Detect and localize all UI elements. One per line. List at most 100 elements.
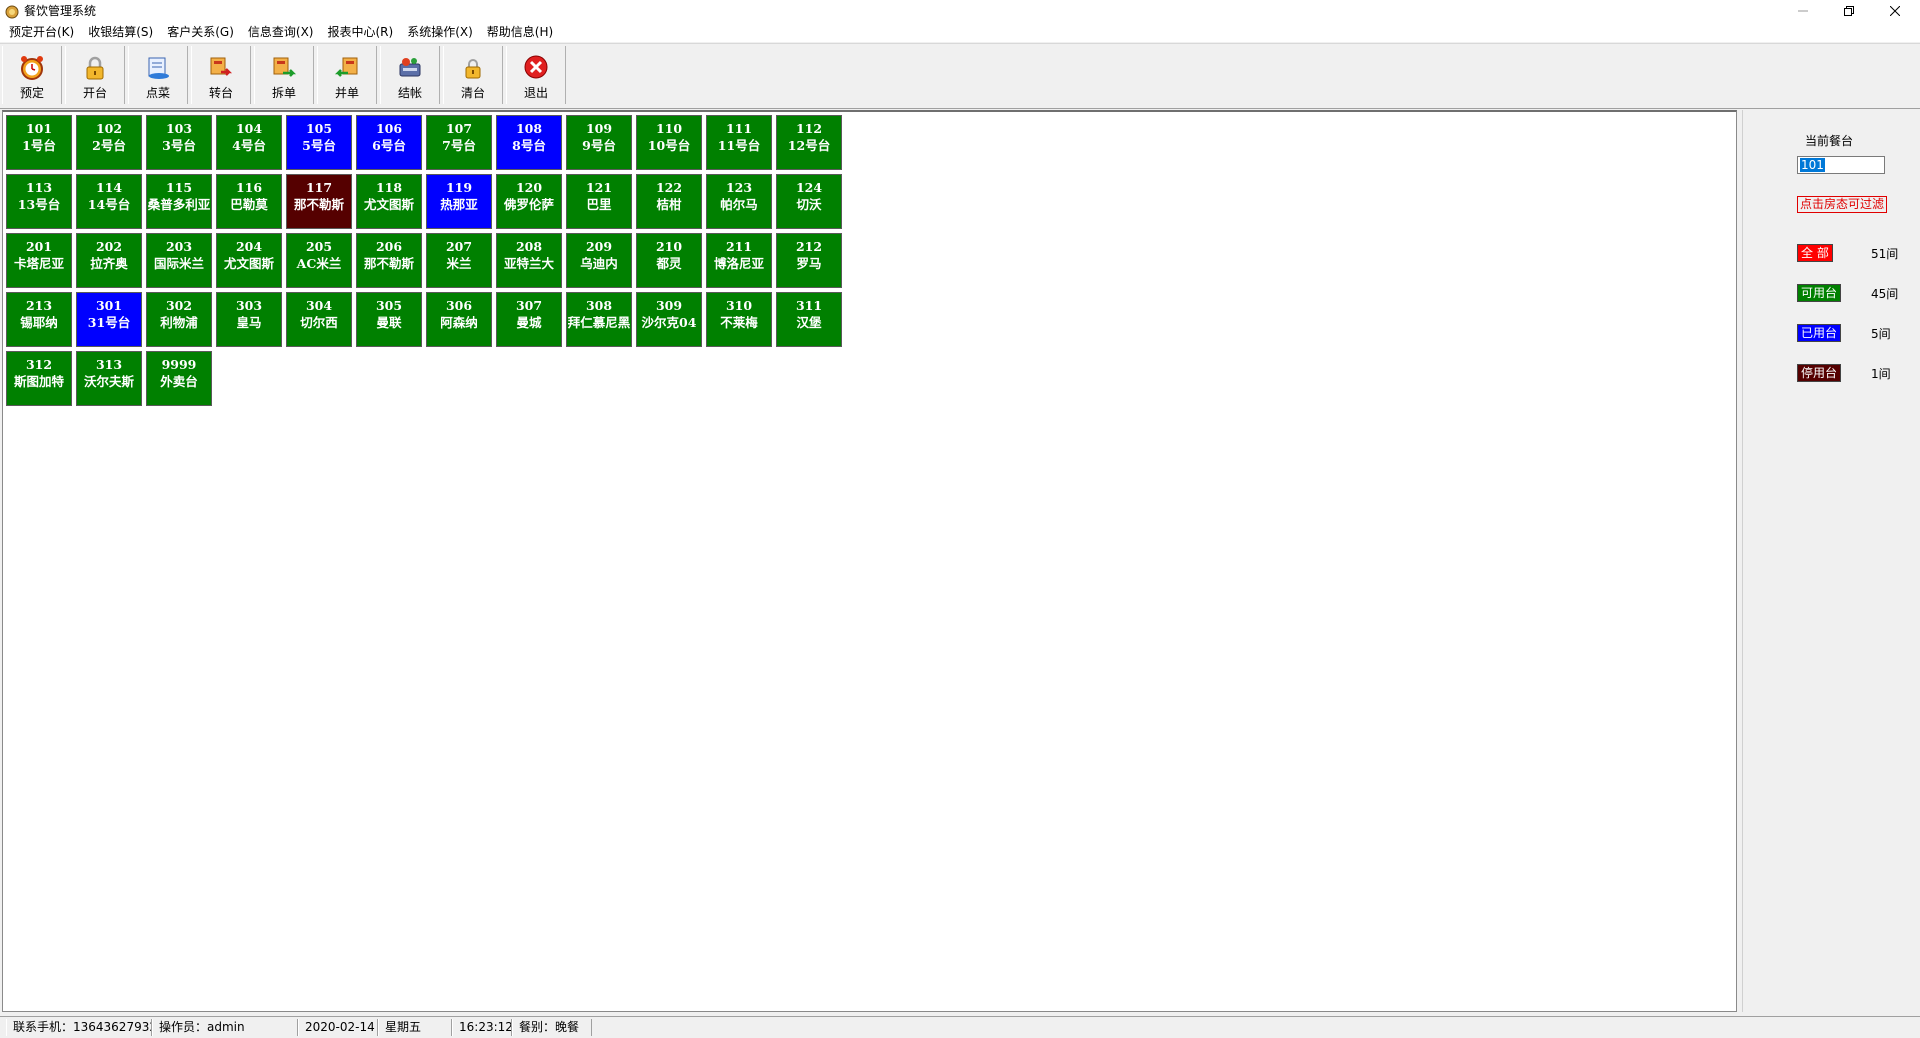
table-tile[interactable]: 122 桔柑 <box>636 174 702 229</box>
table-tile[interactable]: 204 尤文图斯 <box>216 233 282 288</box>
menu-help[interactable]: 帮助信息(H) <box>480 22 560 42</box>
legend-stopped-tag[interactable]: 停用台 <box>1797 364 1842 382</box>
table-name: 尤文图斯 <box>363 197 414 212</box>
open-table-button[interactable]: 开台 <box>65 46 125 104</box>
table-name: 阿森纳 <box>440 315 478 330</box>
table-tile[interactable]: 305 曼联 <box>356 292 422 347</box>
table-tile[interactable]: 102 2号台 <box>76 115 142 170</box>
legend-available-count: 45间 <box>1871 287 1899 301</box>
table-tile[interactable]: 112 12号台 <box>776 115 842 170</box>
table-name: 9号台 <box>582 138 616 153</box>
table-tile[interactable]: 117 那不勒斯 <box>286 174 352 229</box>
table-tile[interactable]: 309 沙尔克04 <box>636 292 702 347</box>
table-name: 那不勒斯 <box>293 197 344 212</box>
table-tile[interactable]: 206 那不勒斯 <box>356 233 422 288</box>
menu-reserve[interactable]: 预定开台(K) <box>2 22 81 42</box>
table-tile[interactable]: 313 沃尔夫斯 <box>76 351 142 406</box>
table-tile[interactable]: 310 不莱梅 <box>706 292 772 347</box>
table-tile[interactable]: 201 卡塔尼亚 <box>6 233 72 288</box>
merge-icon <box>334 57 358 77</box>
table-tile[interactable]: 121 巴里 <box>566 174 632 229</box>
legend-all[interactable]: 全 部 51间 <box>1797 244 1898 262</box>
table-name: 7号台 <box>442 138 476 153</box>
table-tile[interactable]: 110 10号台 <box>636 115 702 170</box>
table-tile[interactable]: 312 斯图加特 <box>6 351 72 406</box>
table-tile[interactable]: 304 切尔西 <box>286 292 352 347</box>
table-tile[interactable]: 202 拉齐奥 <box>76 233 142 288</box>
table-tile[interactable]: 123 帕尔马 <box>706 174 772 229</box>
reserve-label: 预定 <box>19 86 44 100</box>
table-tile[interactable]: 116 巴勒莫 <box>216 174 282 229</box>
table-tile[interactable]: 111 11号台 <box>706 115 772 170</box>
legend-all-tag[interactable]: 全 部 <box>1797 244 1833 262</box>
table-number: 114 <box>95 180 123 195</box>
table-tile[interactable]: 124 切沃 <box>776 174 842 229</box>
menu-cashier[interactable]: 收银结算(S) <box>81 22 160 42</box>
legend-available[interactable]: 可用台 45间 <box>1797 284 1898 302</box>
table-name: 那不勒斯 <box>363 256 414 271</box>
checkout-label: 结帐 <box>397 86 422 100</box>
exit-icon <box>524 55 548 79</box>
checkout-button[interactable]: 结帐 <box>380 46 440 104</box>
table-tile[interactable]: 103 3号台 <box>146 115 212 170</box>
table-tile[interactable]: 203 国际米兰 <box>146 233 212 288</box>
table-tile[interactable]: 213 锡耶纳 <box>6 292 72 347</box>
table-name: 热那亚 <box>440 197 478 212</box>
table-tile[interactable]: 108 8号台 <box>496 115 562 170</box>
table-tile[interactable]: 208 亚特兰大 <box>496 233 562 288</box>
menu-reports[interactable]: 报表中心(R) <box>320 22 400 42</box>
transfer-table-button[interactable]: 转台 <box>191 46 251 104</box>
app-icon <box>5 5 19 19</box>
reserve-button[interactable]: 预定 <box>2 46 62 104</box>
menu-customer[interactable]: 客户关系(G) <box>160 22 241 42</box>
table-tile[interactable]: 301 31号台 <box>76 292 142 347</box>
split-bill-button[interactable]: 拆单 <box>254 46 314 104</box>
minimize-button[interactable] <box>1780 0 1826 22</box>
legend-occupied[interactable]: 已用台 5间 <box>1797 324 1891 342</box>
table-tile[interactable]: 104 4号台 <box>216 115 282 170</box>
table-tile[interactable]: 212 罗马 <box>776 233 842 288</box>
table-number: 102 <box>95 121 123 136</box>
merge-bill-button[interactable]: 并单 <box>317 46 377 104</box>
table-tile[interactable]: 205 AC米兰 <box>286 233 352 288</box>
table-tile[interactable]: 118 尤文图斯 <box>356 174 422 229</box>
table-number: 301 <box>95 298 123 313</box>
menu-system[interactable]: 系统操作(X) <box>400 22 480 42</box>
table-tile[interactable]: 306 阿森纳 <box>426 292 492 347</box>
close-button[interactable] <box>1872 0 1918 22</box>
table-tile[interactable]: 105 5号台 <box>286 115 352 170</box>
legend-available-tag[interactable]: 可用台 <box>1797 284 1842 302</box>
restore-icon <box>1844 6 1854 16</box>
table-tile[interactable]: 302 利物浦 <box>146 292 212 347</box>
table-tile[interactable]: 210 都灵 <box>636 233 702 288</box>
table-tile[interactable]: 311 汉堡 <box>776 292 842 347</box>
menu-query[interactable]: 信息查询(X) <box>241 22 321 42</box>
restore-button[interactable] <box>1826 0 1872 22</box>
table-tile[interactable]: 9999 外卖台 <box>146 351 212 406</box>
table-tile[interactable]: 109 9号台 <box>566 115 632 170</box>
table-number: 104 <box>235 121 263 136</box>
table-tile[interactable]: 114 14号台 <box>76 174 142 229</box>
table-tile[interactable]: 209 乌迪内 <box>566 233 632 288</box>
table-tile[interactable]: 107 7号台 <box>426 115 492 170</box>
order-dishes-button[interactable]: 点菜 <box>128 46 188 104</box>
table-tile[interactable]: 307 曼城 <box>496 292 562 347</box>
table-name: 米兰 <box>446 256 472 271</box>
legend-occupied-tag[interactable]: 已用台 <box>1797 324 1842 342</box>
exit-button[interactable]: 退出 <box>506 46 566 104</box>
table-tile[interactable]: 207 米兰 <box>426 233 492 288</box>
table-number: 302 <box>165 298 193 313</box>
table-tile[interactable]: 106 6号台 <box>356 115 422 170</box>
table-tile[interactable]: 308 拜仁慕尼黑 <box>566 292 632 347</box>
table-tile[interactable]: 115 桑普多利亚 <box>146 174 212 229</box>
table-tile[interactable]: 113 13号台 <box>6 174 72 229</box>
table-tile[interactable]: 211 博洛尼亚 <box>706 233 772 288</box>
table-tile[interactable]: 101 1号台 <box>6 115 72 170</box>
clear-table-button[interactable]: 清台 <box>443 46 503 104</box>
current-table-input[interactable]: 101 <box>1797 156 1885 174</box>
alarm-clock-icon <box>21 56 43 80</box>
table-tile[interactable]: 119 热那亚 <box>426 174 492 229</box>
legend-stopped[interactable]: 停用台 1间 <box>1797 364 1891 382</box>
table-tile[interactable]: 303 皇马 <box>216 292 282 347</box>
table-tile[interactable]: 120 佛罗伦萨 <box>496 174 562 229</box>
